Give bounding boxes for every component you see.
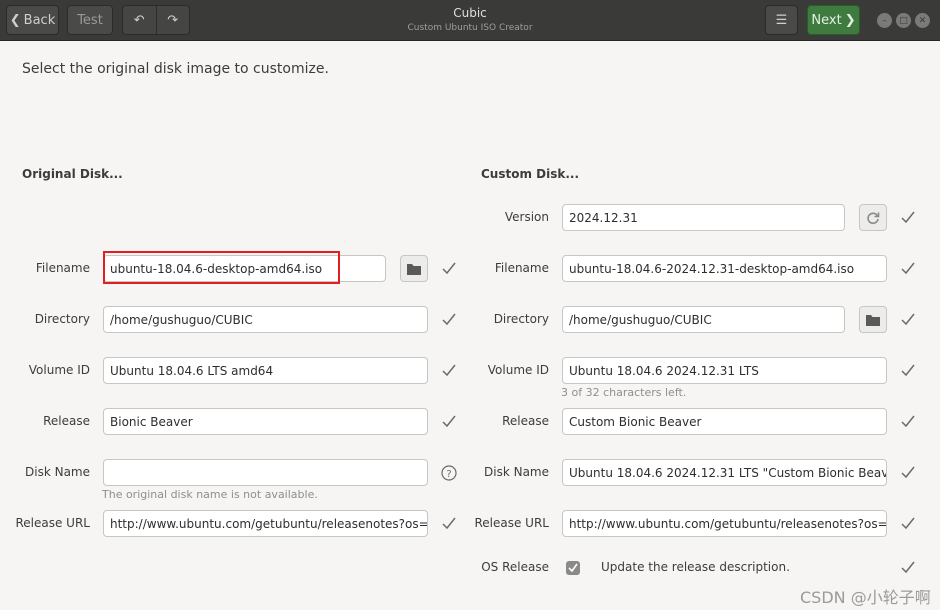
original-url-label: Release URL xyxy=(15,516,90,530)
custom-diskname-field[interactable]: Ubuntu 18.04.6 2024.12.31 LTS "Custom Bi… xyxy=(562,459,887,486)
maximize-icon[interactable]: □ xyxy=(896,13,911,28)
watermark: CSDN @小轮子啊 xyxy=(800,588,931,607)
next-button[interactable]: Next ❯ xyxy=(807,5,860,35)
custom-release-label: Release xyxy=(502,414,549,428)
instruction-text: Select the original disk image to custom… xyxy=(22,61,329,77)
custom-filename-field[interactable]: ubuntu-18.04.6-2024.12.31-desktop-amd64.… xyxy=(562,255,887,282)
original-volume-label: Volume ID xyxy=(28,363,90,377)
original-directory-field[interactable]: /home/gushuguo/CUBIC xyxy=(103,306,428,333)
osrelease-text: Update the release description. xyxy=(601,560,790,574)
menu-button[interactable]: ☰ xyxy=(765,5,798,35)
original-diskname-hint: The original disk name is not available. xyxy=(102,488,318,501)
chevron-right-icon: ❯ xyxy=(844,12,856,28)
check-icon xyxy=(901,364,915,377)
check-icon xyxy=(901,313,915,326)
custom-url-label: Release URL xyxy=(474,516,549,530)
custom-directory-label: Directory xyxy=(493,312,549,326)
check-icon xyxy=(901,561,915,574)
custom-version-label: Version xyxy=(504,210,549,224)
close-icon[interactable]: ✕ xyxy=(915,13,930,28)
title-bar: ❮ Back Test ↶ ↷ Cubic Custom Ubuntu ISO … xyxy=(0,0,940,41)
custom-version-field[interactable]: 2024.12.31 xyxy=(562,204,845,231)
custom-url-field[interactable]: http://www.ubuntu.com/getubuntu/releasen… xyxy=(562,510,887,537)
original-disk-heading: Original Disk... xyxy=(22,167,123,181)
original-directory-label: Directory xyxy=(34,312,90,326)
original-release-label: Release xyxy=(43,414,90,428)
custom-release-field[interactable]: Custom Bionic Beaver xyxy=(562,408,887,435)
custom-diskname-label: Disk Name xyxy=(484,465,549,479)
window-subtitle: Custom Ubuntu ISO Creator xyxy=(407,23,533,33)
original-volume-field[interactable]: Ubuntu 18.04.6 LTS amd64 xyxy=(103,357,428,384)
custom-volume-field[interactable]: Ubuntu 18.04.6 2024.12.31 LTS xyxy=(562,357,887,384)
check-icon xyxy=(901,262,915,275)
original-release-field[interactable]: Bionic Beaver xyxy=(103,408,428,435)
custom-disk-heading: Custom Disk... xyxy=(481,167,580,181)
window-title: Cubic xyxy=(453,6,487,20)
checkmark-icon xyxy=(568,563,578,573)
custom-directory-field[interactable]: /home/gushuguo/CUBIC xyxy=(562,306,845,333)
check-icon xyxy=(901,415,915,428)
original-url-field[interactable]: http://www.ubuntu.com/getubuntu/releasen… xyxy=(103,510,428,537)
custom-directory-browse-button[interactable] xyxy=(859,306,887,333)
folder-icon xyxy=(866,314,880,326)
hamburger-icon: ☰ xyxy=(775,12,788,28)
custom-volume-hint: 3 of 32 characters left. xyxy=(561,386,687,399)
check-icon xyxy=(901,466,915,479)
original-diskname-field[interactable] xyxy=(103,459,428,486)
reset-version-button[interactable] xyxy=(859,204,887,231)
custom-osrelease-label: OS Release xyxy=(481,560,549,574)
custom-filename-label: Filename xyxy=(494,261,549,275)
folder-icon xyxy=(407,263,421,275)
check-icon xyxy=(901,211,915,224)
check-icon xyxy=(901,517,915,530)
original-diskname-label: Disk Name xyxy=(25,465,90,479)
original-filename-label: Filename xyxy=(35,261,90,275)
minimize-icon[interactable]: – xyxy=(877,13,892,28)
original-filename-browse-button[interactable] xyxy=(400,255,428,282)
refresh-icon xyxy=(867,211,880,224)
osrelease-checkbox[interactable] xyxy=(566,561,580,575)
custom-volume-label: Volume ID xyxy=(487,363,549,377)
highlight-box xyxy=(103,251,340,284)
